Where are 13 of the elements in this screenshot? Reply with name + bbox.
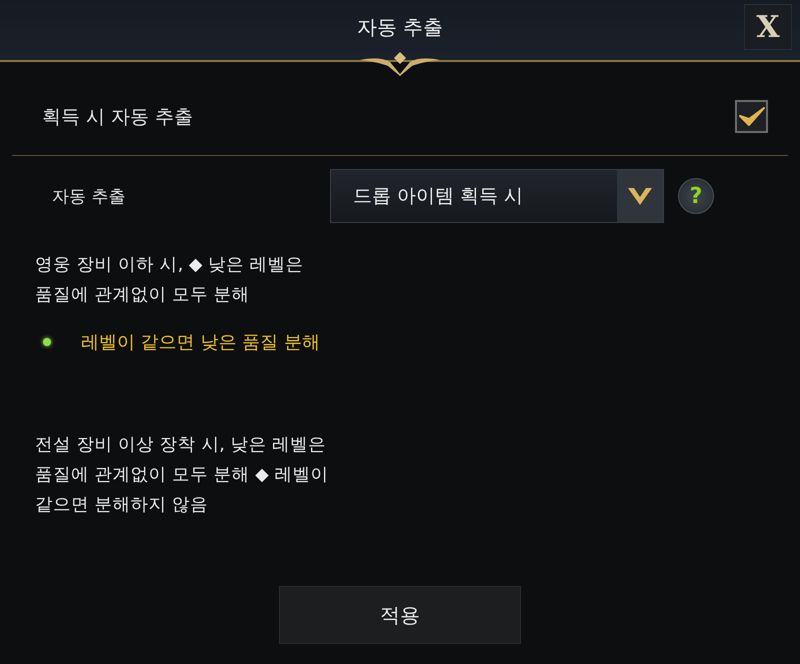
auto-extract-label: 획득 시 자동 추출 xyxy=(42,104,194,130)
note-text: 레벨이 같으면 낮은 품질 분해 xyxy=(81,331,320,354)
note-text: 전설 장비 이상 장착 시, 낮은 레벨은 품질에 관계없이 모두 분해 ◆ 레벨이 같으면 분해하지 않음 xyxy=(35,434,330,517)
dropdown[interactable]: 드롭 아이템 획득 시 xyxy=(330,169,664,223)
note-text: 영웅 장비 이하 시, ◆ 낮은 레벨은 품질에 관계없이 모두 분해 xyxy=(35,254,304,307)
close-button[interactable]: X xyxy=(744,4,792,50)
caret-icon xyxy=(627,186,653,206)
auto-extract-label: 자동 추출 xyxy=(52,186,126,208)
help-button[interactable]: ? xyxy=(678,178,714,214)
bullet-icon xyxy=(43,338,51,346)
checkbox[interactable] xyxy=(735,100,768,133)
window-title: 자동 추출 xyxy=(356,14,444,40)
apply-button[interactable]: 적용 xyxy=(279,586,521,644)
